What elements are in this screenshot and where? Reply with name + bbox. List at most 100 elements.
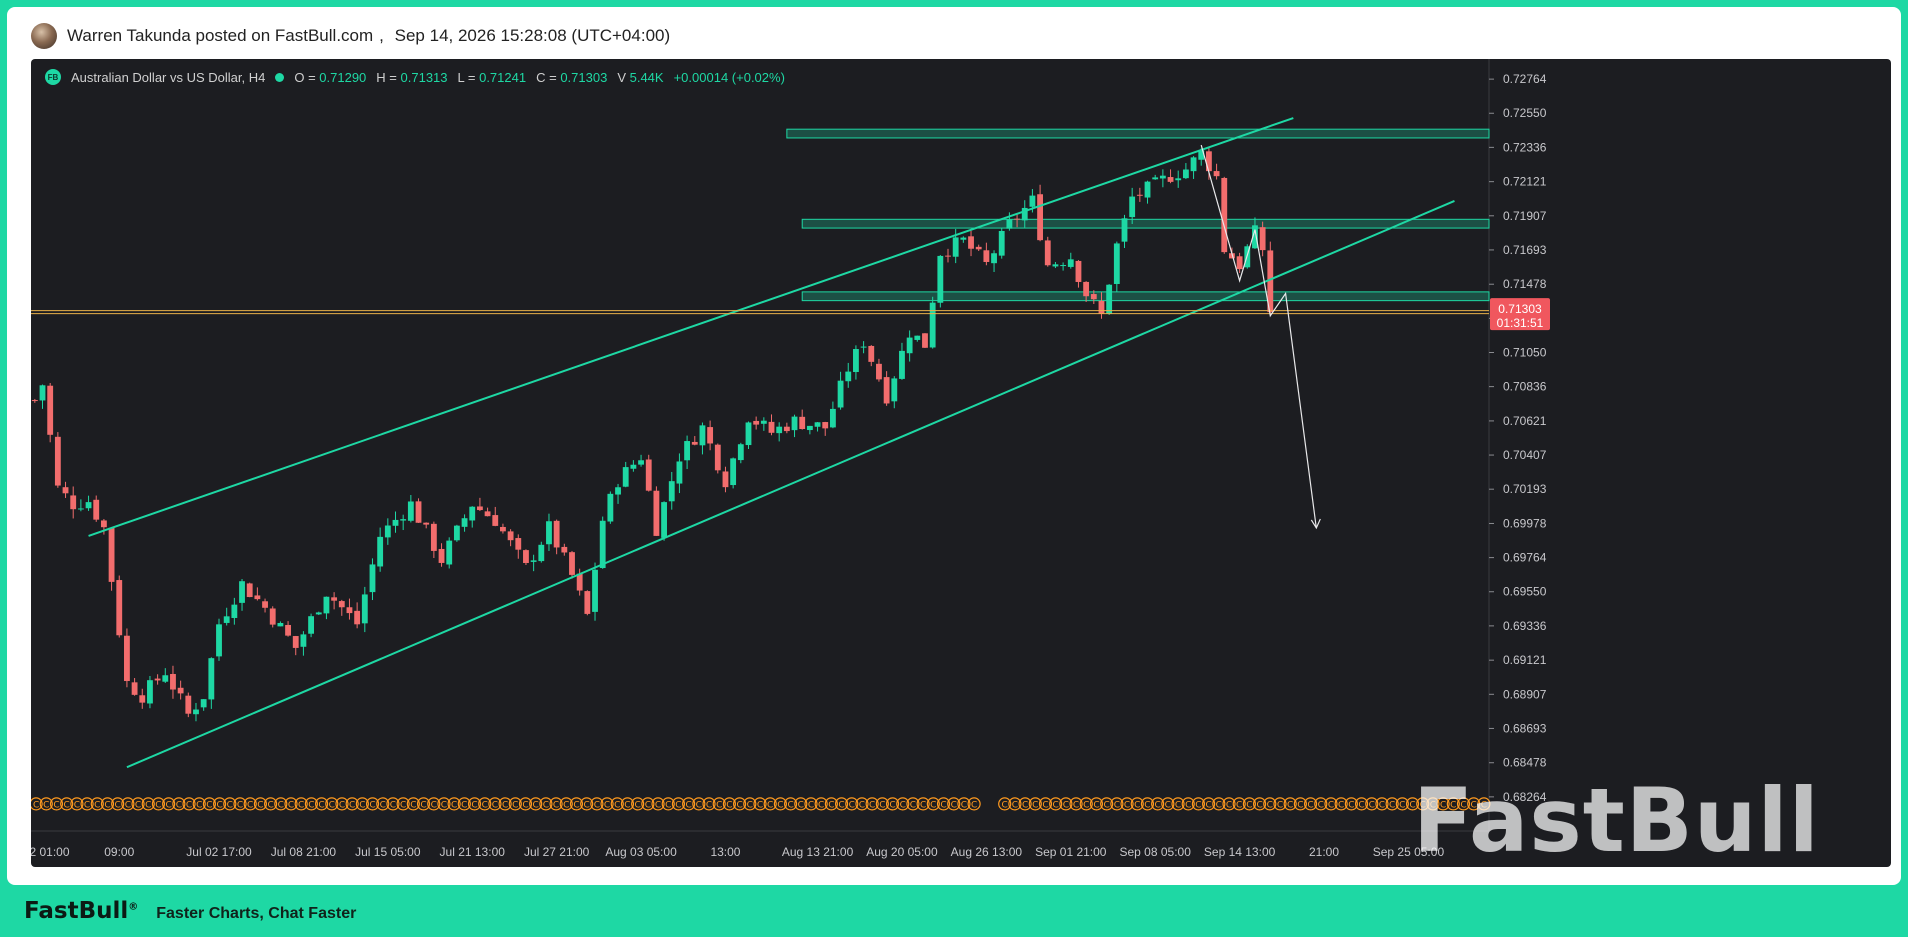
ohlc-legend: FB Australian Dollar vs US Dollar, H4 O … [45,69,785,85]
candle-body [845,371,852,382]
candle-body [430,523,437,551]
x-tick-label: Sep 08 05:00 [1119,845,1191,859]
candle-body [262,601,268,608]
y-tick-label: 0.71693 [1503,243,1547,257]
candle-body [1205,151,1212,172]
footer-brand[interactable]: FastBull® [24,898,138,924]
event-marker-label: C [339,800,345,810]
ohlc-volume: V 5.44K [617,69,664,85]
candle-body [1106,284,1113,314]
candle-body [576,573,583,591]
candle-body [1052,264,1059,267]
candle-body [691,441,698,445]
candle-body [400,519,407,521]
footer-tagline: Faster Charts, Chat Faster [156,905,357,922]
y-tick-label: 0.72336 [1503,140,1547,154]
candle-body [638,460,644,465]
chart-canvas[interactable]: 0.72764 0.72550 0.72336 0.72121 0.71907 0.716… [31,59,1891,867]
event-marker-label: C [1267,800,1273,810]
event-marker-label: C [1307,800,1313,810]
symbol-name[interactable]: Australian Dollar vs US Dollar, H4 [71,70,265,85]
candle-body [829,408,836,428]
event-marker-label: C [1053,800,1059,810]
fastbull-logo-icon: FB [45,69,61,85]
event-marker-label: C [1277,800,1283,810]
y-tick-label: 0.69550 [1503,585,1547,599]
y-tick-label: 0.71478 [1503,277,1547,291]
y-tick-label: 0.72764 [1503,72,1547,86]
candle-body [1121,218,1128,242]
candle-body [476,506,483,511]
candle-body [323,596,330,614]
event-marker-label: C [798,800,804,810]
post-author[interactable]: Warren Takunda posted on FastBull.com [67,26,373,45]
zone-top [786,128,1490,139]
event-marker-label: C [930,800,936,810]
event-marker-label: C [1256,800,1262,810]
candle-body [737,444,744,461]
candle-body [124,635,130,682]
event-marker-label: C [706,800,712,810]
candle-body [446,540,453,565]
candle-body [607,493,614,522]
event-marker-label: C [196,800,202,810]
y-tick-label: 0.71050 [1503,345,1547,359]
candle-body [1067,259,1074,267]
x-tick-label: Sep 01 21:00 [1035,845,1107,859]
projection-path [1200,144,1317,528]
event-marker-label: C [410,800,416,810]
event-marker-label: C [1032,800,1038,810]
candle-body [929,302,936,348]
candle-body [876,363,882,380]
candle-body [1259,227,1266,251]
event-marker-label: C [1104,800,1110,810]
candle-body [791,416,798,431]
candle-body [699,425,706,446]
event-marker-label: C [1369,800,1375,810]
event-marker-label: C [1134,800,1140,810]
ohlc-open: O = 0.71290 [294,69,367,85]
candle-body [1167,177,1174,182]
candle-body [722,471,729,488]
y-tick-label: 0.69978 [1503,516,1547,530]
y-tick-label: 0.70407 [1503,448,1547,462]
author-avatar[interactable] [31,23,57,49]
current-price-value: 0.71303 [1498,302,1542,316]
event-marker-label: C [584,800,590,810]
event-marker-label: C [808,800,814,810]
event-marker-label: C [257,800,263,810]
candle-body [108,527,115,582]
candle-body [185,695,192,714]
event-marker-label: C [1348,800,1354,810]
y-tick-label: 0.70193 [1503,482,1547,496]
candle-body [1037,194,1044,241]
candle-body [131,682,138,695]
event-marker-label: C [879,800,885,810]
event-marker-label: C [1389,800,1395,810]
candle-body [645,459,652,491]
event-marker-label: C [889,800,895,810]
event-marker-label: C [716,800,722,810]
candle-body [906,337,913,354]
x-tick-label: Aug 26 13:00 [951,845,1023,859]
event-marker-label: C [685,800,691,810]
event-marker-label: C [64,800,70,810]
y-tick-label: 0.68693 [1503,721,1547,735]
candle-body [676,461,683,484]
x-tick-label: Sep 14 13:00 [1204,845,1276,859]
candle-body [546,521,552,545]
footer-brand-mark: ® [128,901,139,913]
event-marker-label: C [1175,800,1181,810]
candle-body [231,604,238,618]
event-marker-label: C [1124,800,1130,810]
page-footer: FastBull® Faster Charts, Chat Faster [24,898,356,924]
event-marker-label: C [1297,800,1303,810]
candle-body [952,237,959,257]
candle-body [983,250,990,262]
candle-body [147,680,153,704]
candle-body [154,678,161,681]
price-chart[interactable]: 0.72764 0.72550 0.72336 0.72121 0.71907 0.716… [31,59,1891,867]
x-tick-label: Jul 21 13:00 [440,845,506,859]
y-tick-label: 0.69336 [1503,619,1547,633]
candle-body [200,699,207,708]
